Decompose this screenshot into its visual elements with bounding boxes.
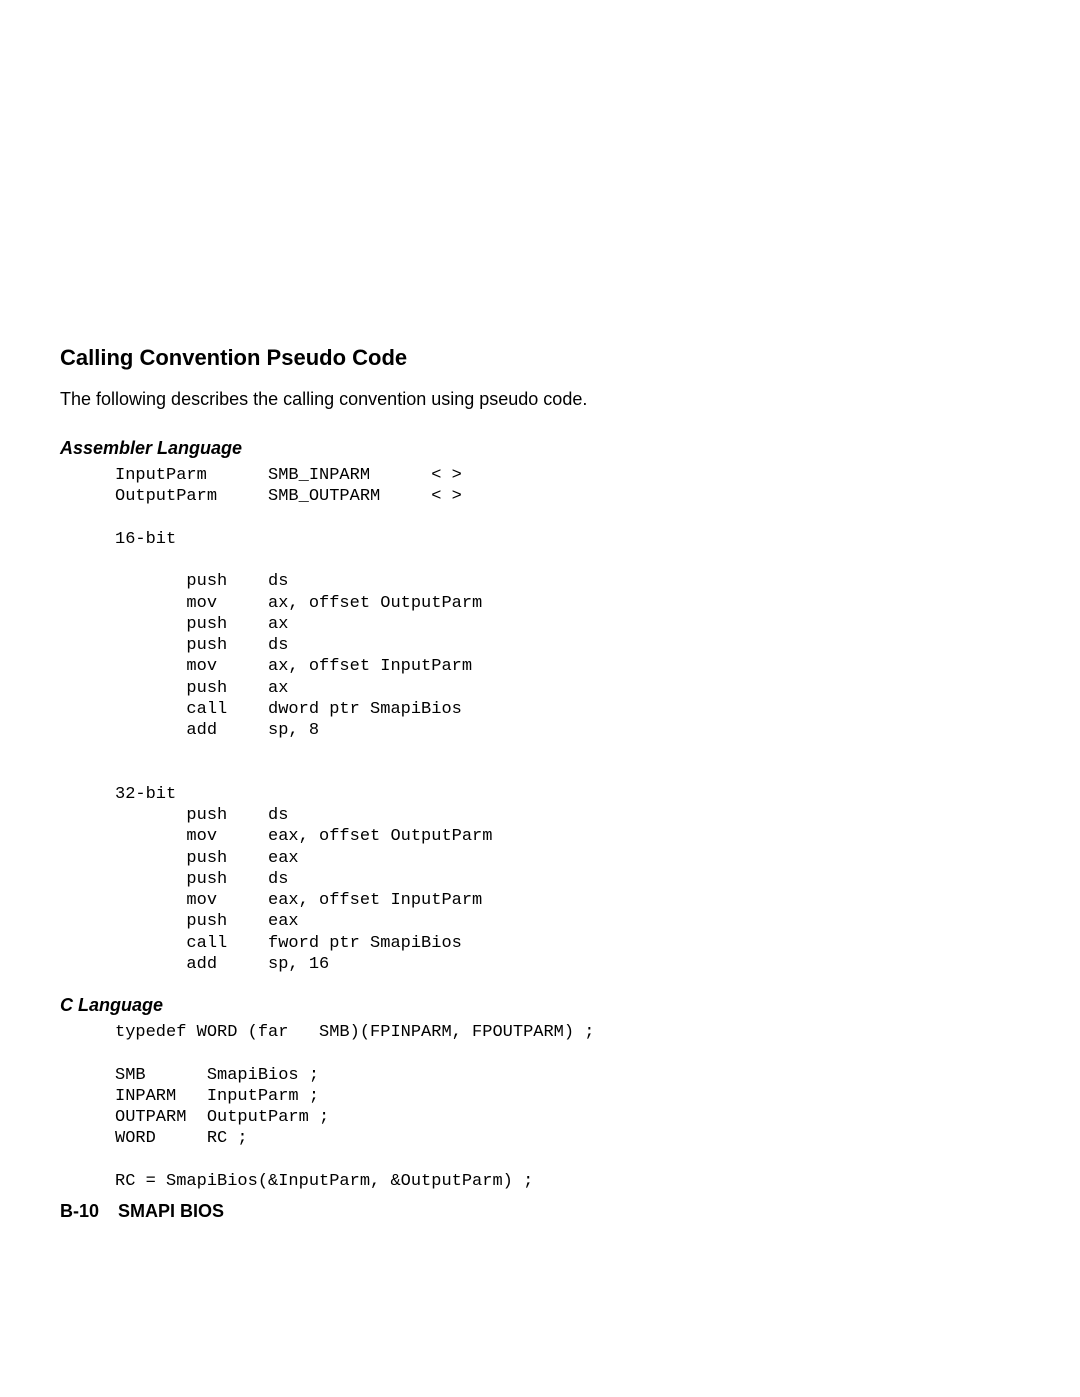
intro-paragraph: The following describes the calling conv… xyxy=(60,389,1020,410)
assembler-code-block: InputParm SMB_INPARM < > OutputParm SMB_… xyxy=(60,465,1020,975)
page-footer: B-10 SMAPI BIOS xyxy=(60,1201,224,1222)
section-heading: Calling Convention Pseudo Code xyxy=(60,345,1020,371)
footer-page-number: B-10 xyxy=(60,1201,99,1221)
assembler-subheading: Assembler Language xyxy=(60,438,1020,459)
footer-title: SMAPI BIOS xyxy=(118,1201,224,1221)
c-language-subheading: C Language xyxy=(60,995,1020,1016)
c-language-code-block: typedef WORD (far SMB)(FPINPARM, FPOUTPA… xyxy=(60,1022,1020,1192)
page: Calling Convention Pseudo Code The follo… xyxy=(0,0,1080,1397)
